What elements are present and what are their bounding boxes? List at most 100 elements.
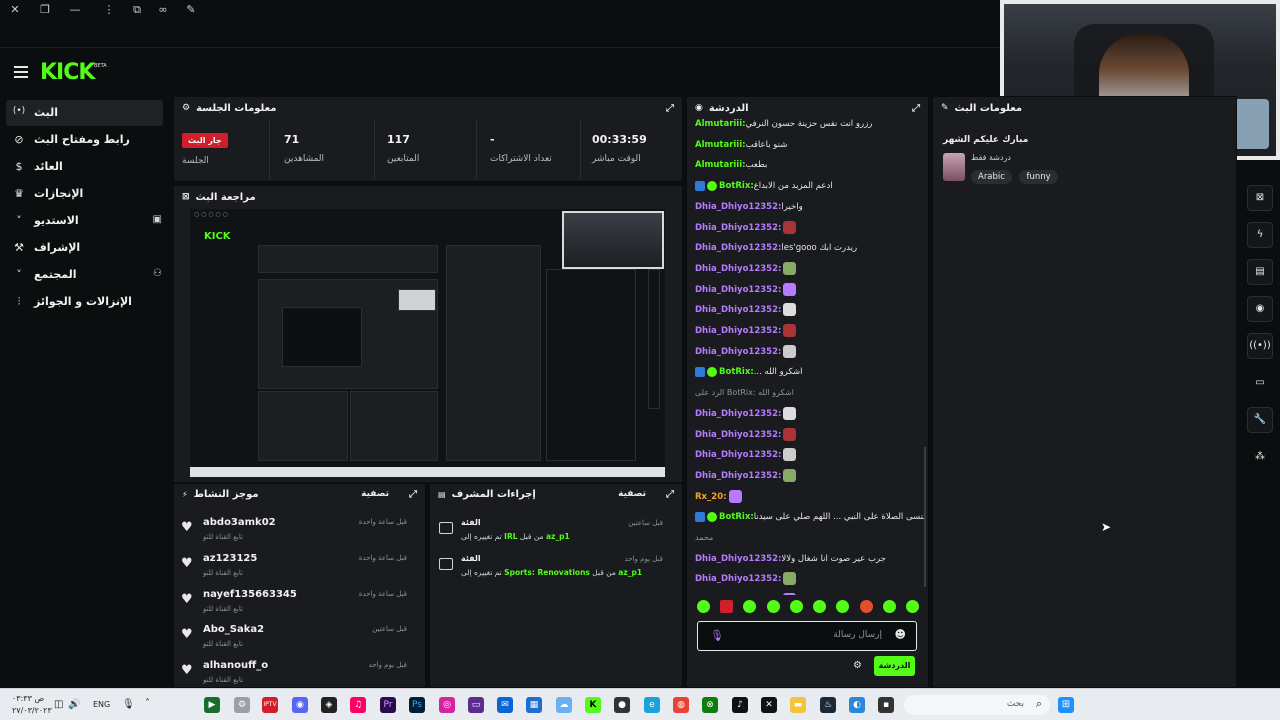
onedrive-icon[interactable]: ☁ bbox=[556, 697, 572, 713]
steam-icon[interactable]: ♨ bbox=[820, 697, 836, 713]
app-icon[interactable]: ▪ bbox=[878, 697, 894, 713]
chat-icon[interactable]: ◉ bbox=[1247, 296, 1273, 322]
chat-username[interactable]: Dhia_Dhiyo12352: bbox=[695, 554, 781, 564]
app-icon[interactable]: ▭ bbox=[468, 697, 484, 713]
chat-username[interactable]: Dhia_Dhiyo12352: bbox=[695, 450, 781, 460]
instagram-icon[interactable]: ◎ bbox=[439, 697, 455, 713]
xbox-icon[interactable]: ⊗ bbox=[702, 697, 718, 713]
expand-icon[interactable]: ⤢ bbox=[409, 489, 417, 500]
settings-icon[interactable]: ⚙ bbox=[234, 697, 250, 713]
wand-icon[interactable]: ✎ bbox=[184, 3, 198, 17]
panel-title: معلومات البث bbox=[954, 102, 1023, 114]
restore-icon[interactable]: ❐ bbox=[38, 3, 52, 17]
clock-date[interactable]: ۲۷/۰۳/۲۰۲۳ bbox=[12, 706, 52, 715]
chat-scrollbar[interactable] bbox=[924, 447, 926, 587]
extensions-icon[interactable]: ⧉ bbox=[130, 3, 144, 17]
obs-icon[interactable]: ● bbox=[614, 697, 630, 713]
chat-username[interactable]: Almutariii: bbox=[695, 140, 746, 150]
emote-icon bbox=[813, 600, 827, 613]
chat-username[interactable]: Dhia_Dhiyo12352: bbox=[695, 223, 781, 233]
sidebar-item-community[interactable]: ˅ المجتمع ⚇ bbox=[0, 262, 168, 288]
expand-icon[interactable]: ⤢ bbox=[666, 489, 674, 500]
premiere-icon[interactable]: Pr bbox=[380, 697, 396, 713]
chat-username[interactable]: Dhia_Dhiyo12352: bbox=[695, 202, 781, 212]
calendar-icon[interactable]: ▦ bbox=[526, 697, 542, 713]
tiktok-icon[interactable]: ♪ bbox=[732, 697, 748, 713]
kick-logo[interactable]: KICK bbox=[40, 60, 95, 85]
chat-username[interactable]: Dhia_Dhiyo12352: bbox=[695, 305, 781, 315]
windows-start-icon[interactable]: ⊞ bbox=[1058, 697, 1074, 713]
clock-time[interactable]: ۰۳:۳۳ ص bbox=[12, 694, 44, 703]
capcut-icon[interactable]: ◈ bbox=[321, 697, 337, 713]
panel-icon[interactable]: ▭ bbox=[1247, 370, 1273, 396]
stream-info-panel: ✎ معلومات البث مبارك عليكم الشهر دردشة ف… bbox=[932, 96, 1237, 688]
itunes-icon[interactable]: ♫ bbox=[350, 697, 366, 713]
bolt-icon[interactable]: ϟ bbox=[1247, 222, 1273, 248]
kick-app-icon[interactable]: K bbox=[585, 697, 601, 713]
chat-settings-icon[interactable]: ⚙ bbox=[853, 660, 862, 671]
menu-icon[interactable] bbox=[14, 66, 28, 78]
chat-username[interactable]: Dhia_Dhiyo12352: bbox=[695, 471, 781, 481]
chat-username[interactable]: Dhia_Dhiyo12352: bbox=[695, 347, 781, 357]
tag[interactable]: Arabic bbox=[971, 170, 1012, 184]
verified-badge-icon bbox=[707, 511, 717, 522]
filter-button[interactable]: تصفية bbox=[361, 489, 389, 499]
outlook-icon[interactable]: ✉ bbox=[497, 697, 513, 713]
dollar-icon: $ bbox=[15, 160, 23, 173]
chat-send-button[interactable]: الدردشة bbox=[874, 656, 915, 676]
chrome-icon[interactable]: ◍ bbox=[673, 697, 689, 713]
more-icon[interactable]: ⋮ bbox=[102, 3, 116, 17]
chat-username[interactable]: Almutariii: bbox=[695, 119, 746, 129]
photos-icon[interactable]: ◐ bbox=[849, 697, 865, 713]
chevron-up-icon[interactable]: ˄ bbox=[145, 698, 150, 709]
tag[interactable]: funny bbox=[1019, 170, 1058, 184]
emoji-icon[interactable]: ☻ bbox=[895, 628, 906, 641]
chat-username[interactable]: BotRix: bbox=[719, 367, 754, 377]
stream-preview[interactable]: ○ ○ ○ ○ ○ KICK bbox=[190, 209, 665, 477]
iptv-icon[interactable]: IPTV bbox=[262, 697, 278, 713]
chat-username[interactable]: Dhia_Dhiyo12352: bbox=[695, 243, 781, 253]
sidebar-item-stream[interactable]: (•) البث bbox=[0, 100, 168, 126]
sidebar-item-achievements[interactable]: ♛ الإنجازات bbox=[0, 181, 168, 207]
minimize-icon[interactable]: — bbox=[68, 3, 82, 17]
chat-username[interactable]: Dhia_Dhiyo12352: bbox=[695, 285, 781, 295]
wrench-icon[interactable]: 🔧 bbox=[1247, 407, 1273, 433]
chat-username[interactable]: BotRix: bbox=[719, 512, 754, 522]
chat-username[interactable]: Dhia_Dhiyo12352: bbox=[695, 430, 781, 440]
photoshop-icon[interactable]: Ps bbox=[409, 697, 425, 713]
mic-icon[interactable]: 🎙 bbox=[122, 699, 135, 710]
preview-toggle-icon[interactable]: ⊠ bbox=[1247, 185, 1273, 211]
discord-icon[interactable]: ◉ bbox=[292, 697, 308, 713]
sidebar-item-revenue[interactable]: $ العائد bbox=[0, 154, 168, 180]
chat-username[interactable]: Rx_20: bbox=[695, 492, 727, 502]
link-icon[interactable]: ∞ bbox=[156, 3, 170, 17]
taskbar-app-icon[interactable]: ▶ bbox=[204, 697, 220, 713]
chat-input[interactable]: 🎙 إرسال رسالة ☻ bbox=[697, 621, 917, 651]
filter-button[interactable]: تصفية bbox=[618, 489, 646, 499]
chat-username[interactable]: Dhia_Dhiyo12352: bbox=[695, 574, 781, 584]
chat-username[interactable]: Dhia_Dhiyo12352: bbox=[695, 264, 781, 274]
broadcast-icon[interactable]: ((•)) bbox=[1247, 333, 1273, 359]
expand-icon[interactable]: ⤢ bbox=[912, 103, 920, 114]
sidebar-item-drops[interactable]: ⫶ الإنزالات و الجوائز bbox=[0, 289, 168, 315]
sidebar-item-moderation[interactable]: ⚒ الإشراف bbox=[0, 235, 168, 261]
sidebar-item-studio[interactable]: ˅ الاستديو ▣ bbox=[0, 208, 168, 234]
expand-icon[interactable]: ⤢ bbox=[666, 103, 674, 114]
sidebar-item-stream-key[interactable]: ⊘ رابط ومفتاح البث bbox=[0, 127, 168, 153]
search-box[interactable]: بحث ⌕ bbox=[904, 695, 1050, 715]
volume-icon[interactable]: 🔊 bbox=[68, 699, 80, 710]
close-icon[interactable]: ✕ bbox=[8, 3, 22, 17]
chat-username[interactable]: BotRix: bbox=[719, 181, 754, 191]
list-icon[interactable]: ▤ bbox=[1247, 259, 1273, 285]
edge-icon[interactable]: e bbox=[644, 697, 660, 713]
chat-username[interactable]: Dhia_Dhiyo12352: bbox=[695, 326, 781, 336]
emote-bar[interactable] bbox=[697, 600, 919, 614]
chat-username[interactable]: Almutariii: bbox=[695, 160, 746, 170]
share-icon[interactable]: ⁂ bbox=[1247, 444, 1273, 470]
folder-icon[interactable]: ▬ bbox=[790, 697, 806, 713]
language-indicator[interactable]: ENG bbox=[93, 700, 110, 709]
xbox-bar-icon[interactable]: ✕ bbox=[761, 697, 777, 713]
chat-username[interactable]: Dhia_Dhiyo12352: bbox=[695, 409, 781, 419]
mic-icon[interactable]: 🎙 bbox=[710, 629, 724, 642]
notification-icon[interactable]: ◫ bbox=[54, 699, 63, 710]
